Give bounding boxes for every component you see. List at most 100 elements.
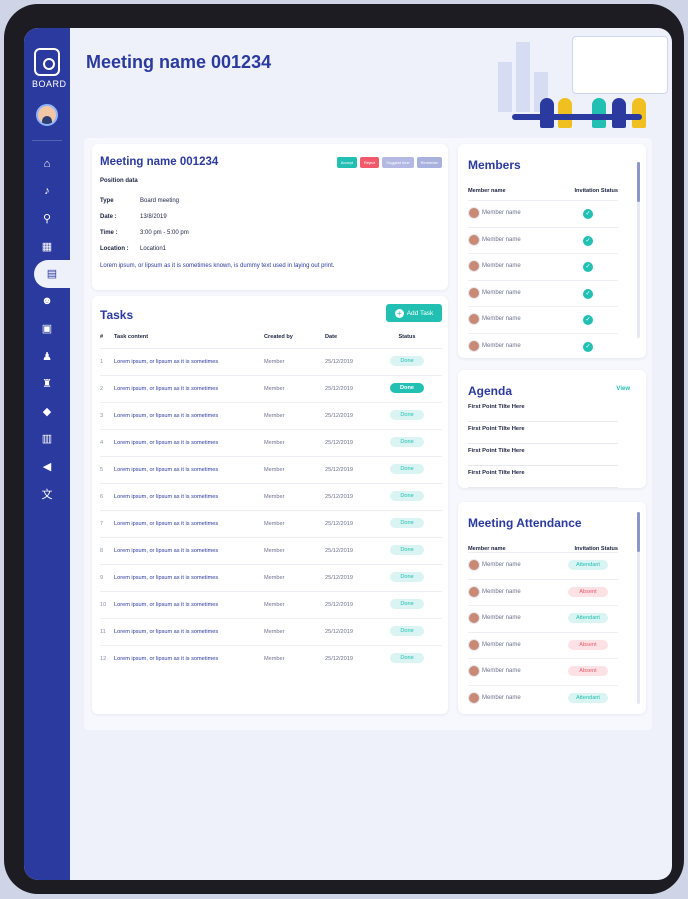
task-created-by: Member [264,467,285,473]
sidebar-item-meetings[interactable]: ▤ [34,260,70,288]
header-date: Date [325,334,338,340]
table-row[interactable]: 11 Lorem ipsum, or lipsum as it is someti… [100,618,442,645]
list-item[interactable]: Member name ✓ [468,226,618,253]
attendance-scrollbar[interactable] [637,512,640,704]
person-shape [632,98,646,128]
table-row[interactable]: 8 Lorem ipsum, or lipsum as it is sometim… [100,537,442,564]
list-item[interactable]: Member name ✓ [468,279,618,306]
table-row[interactable]: 9 Lorem ipsum, or lipsum as it is sometim… [100,564,442,591]
table-row[interactable]: 5 Lorem ipsum, or lipsum as it is sometim… [100,456,442,483]
sidebar-item-home[interactable]: ⌂ [24,150,70,178]
status-badge[interactable]: Done [390,572,424,582]
task-content: Lorem ipsum, or lipsum as it is sometime… [114,521,219,527]
agenda-item[interactable]: First Point Tilte Here [468,422,618,444]
plus-icon: + [394,308,404,318]
header-created-by: Created by [264,334,293,340]
status-badge[interactable]: Done [390,491,424,501]
list-item[interactable]: Member name ✓ [468,332,618,359]
attendance-title: Meeting Attendance [468,516,582,530]
table-row[interactable]: 10 Lorem ipsum, or lipsum as it is someti… [100,591,442,618]
user-avatar[interactable] [36,104,58,126]
list-item[interactable]: Member name ✓ [468,200,618,226]
member-name: Member name [482,289,521,296]
task-number: 7 [100,521,104,527]
agenda-item[interactable]: First Point Tilte Here [468,400,618,422]
status-badge[interactable]: Done [390,464,424,474]
add-task-button[interactable]: + Add Task [386,304,442,322]
task-number: 8 [100,548,104,554]
agenda-item[interactable]: First Point Tilte Here [468,466,618,488]
list-item[interactable]: Member name Absent [468,658,618,684]
task-content: Lorem ipsum, or lipsum as it is sometime… [114,359,219,365]
meeting-actions: Accept Reject Suggest time Reminder [336,157,442,168]
translate-icon: 文 [41,488,53,501]
status-badge: Absent [568,639,608,650]
sidebar-item-files[interactable]: ▥ [24,425,70,453]
status-badge[interactable]: Done [390,383,424,393]
documents-icon: ▣ [41,323,53,336]
member-name: Member name [482,668,521,674]
list-item[interactable]: Member name Attendant [468,684,618,711]
board-logo[interactable]: BOARD [32,48,66,89]
committee-icon: ♜ [42,378,52,391]
member-name: Member name [482,588,521,595]
sidebar-item-tags[interactable]: ◆ [24,398,70,426]
status-badge[interactable]: Done [390,653,424,663]
agenda-view-link[interactable]: View [616,386,630,392]
table-row[interactable]: 3 Lorem ipsum, or lipsum as it is sometim… [100,402,442,429]
status-badge[interactable]: Done [390,410,424,420]
members-scrollbar[interactable] [637,162,640,338]
sidebar-nav: ⌂ ♪ ⚲ ▦ ▤ ☻ ▣ ♟ ♜ ◆ ▥ ◀ 文 [24,150,70,508]
sidebar-item-committee[interactable]: ♜ [24,370,70,398]
scroll-thumb[interactable] [637,162,640,202]
table-row[interactable]: 4 Lorem ipsum, or lipsum as it is sometim… [100,429,442,456]
tablet-frame: BOARD ⌂ ♪ ⚲ ▦ ▤ ☻ ▣ ♟ ♜ ◆ ▥ ◀ 文 Meeting name 001234 … [4,4,684,894]
announcements-icon: ◀ [42,460,52,473]
sidebar-item-users[interactable]: ☻ [24,288,70,316]
table-row[interactable]: 7 Lorem ipsum, or lipsum as it is sometim… [100,510,442,537]
field-time: Time :3:00 pm - 5:00 pm [100,230,189,236]
list-item[interactable]: Member name Absent [468,578,618,605]
sidebar-item-notifications[interactable]: ♪ [24,178,70,206]
table-row[interactable]: 1 Lorem ipsum, or lipsum as it is sometim… [100,348,442,375]
list-item[interactable]: Member name Attendant [468,605,618,631]
profile-icon: ♟ [42,350,52,363]
meeting-info-card: Meeting name 001234 Accept Reject Sugges… [92,144,448,290]
member-name: Member name [482,263,521,269]
sidebar-item-documents[interactable]: ▣ [24,315,70,343]
reminder-button[interactable]: Reminder [416,157,442,168]
suggest-time-button[interactable]: Suggest time [382,157,414,168]
task-date: 25/12/2019 [325,656,353,662]
scroll-thumb[interactable] [637,512,640,552]
task-number: 12 [100,656,107,662]
status-badge[interactable]: Done [390,518,424,528]
status-badge[interactable]: Done [390,356,424,366]
task-date: 25/12/2019 [325,629,353,635]
status-badge[interactable]: Done [390,545,424,555]
check-icon: ✓ [583,209,593,219]
accept-button[interactable]: Accept [336,157,357,168]
presentation-screen [572,36,668,94]
sidebar-item-dashboard[interactable]: ▦ [24,233,70,261]
table-row[interactable]: 12 Lorem ipsum, or lipsum as it is someti… [100,645,442,672]
person-shape [592,98,606,128]
sidebar-item-profile[interactable]: ♟ [24,343,70,371]
list-item[interactable]: Member name Absent [468,631,618,658]
field-type: Type Board meeting [100,198,180,204]
header-status: Status [398,334,416,340]
table-row[interactable]: 2 Lorem ipsum, or lipsum as it is sometim… [100,375,442,402]
person-shape [612,98,626,128]
status-badge[interactable]: Done [390,437,424,447]
building-shape [498,62,512,112]
agenda-item[interactable]: First Point Tilte Here [468,444,618,466]
status-badge[interactable]: Done [390,626,424,636]
list-item[interactable]: Member name ✓ [468,253,618,279]
sidebar-item-announcements[interactable]: ◀ [24,453,70,481]
status-badge[interactable]: Done [390,599,424,609]
sidebar-item-search[interactable]: ⚲ [24,205,70,233]
list-item[interactable]: Member name Attendant [468,552,618,578]
list-item[interactable]: Member name ✓ [468,306,618,332]
table-row[interactable]: 6 Lorem ipsum, or lipsum as it is sometim… [100,483,442,510]
sidebar-item-translate[interactable]: 文 [24,480,70,508]
reject-button[interactable]: Reject [359,157,380,168]
